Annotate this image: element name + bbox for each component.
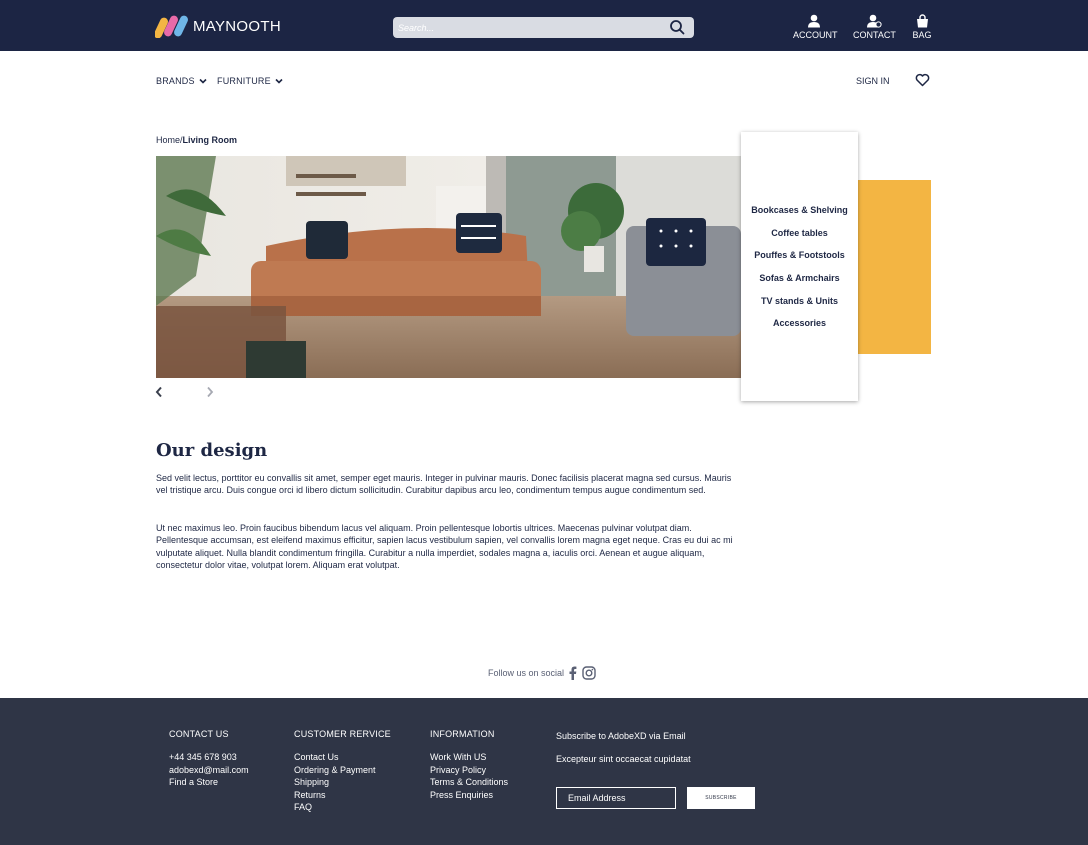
top-header: MAYNOOTH ACCOUNT CONTACT BAG <box>0 0 1088 51</box>
footer-link[interactable]: Press Enquiries <box>430 789 508 802</box>
bag-button[interactable]: BAG <box>912 14 932 42</box>
section-title: Our design <box>156 440 268 461</box>
chevron-down-icon <box>199 78 207 84</box>
footer-link[interactable]: Contact Us <box>294 751 391 764</box>
nav-brands-label: BRANDS <box>156 76 195 86</box>
contact-label: CONTACT <box>853 30 896 40</box>
nav-furniture[interactable]: FURNITURE <box>217 76 283 86</box>
footer-link[interactable]: Returns <box>294 789 391 802</box>
accent-block <box>855 180 931 354</box>
footer-link[interactable]: Ordering & Payment <box>294 764 391 777</box>
footer-link[interactable]: Work With US <box>430 751 508 764</box>
hero-image <box>156 156 741 378</box>
support-agent-icon <box>866 14 882 28</box>
footer-link[interactable]: Privacy Policy <box>430 764 508 777</box>
footer-info-title: INFORMATION <box>430 729 495 739</box>
breadcrumb-current: Living Room <box>182 135 238 145</box>
social-links: Follow us on social <box>488 666 596 680</box>
footer-information: INFORMATION Work With US Privacy Policy … <box>430 729 508 801</box>
search-input[interactable] <box>398 17 658 38</box>
dropdown-item-accessories[interactable]: Accessories <box>741 318 858 341</box>
footer-contact: CONTACT US +44 345 678 903 adobexd@mail.… <box>169 729 249 789</box>
sign-in-link[interactable]: SIGN IN <box>856 76 890 86</box>
dropdown-item-tv-stands[interactable]: TV stands & Units <box>741 296 858 319</box>
footer-link[interactable]: Shipping <box>294 776 391 789</box>
search-bar <box>393 17 694 38</box>
footer-phone[interactable]: +44 345 678 903 <box>169 751 249 764</box>
account-button[interactable]: ACCOUNT <box>793 14 838 42</box>
footer-link[interactable]: Terms & Conditions <box>430 776 508 789</box>
nav-furniture-label: FURNITURE <box>217 76 271 86</box>
bag-label: BAG <box>912 30 932 40</box>
footer-contact-title: CONTACT US <box>169 729 229 739</box>
nav-brands[interactable]: BRANDS <box>156 76 207 86</box>
brand-logo[interactable]: MAYNOOTH <box>155 14 281 38</box>
living-room-photo <box>156 156 741 378</box>
dropdown-item-coffee-tables[interactable]: Coffee tables <box>741 228 858 251</box>
subscribe-title: Subscribe to AdobeXD via Email <box>556 731 686 741</box>
footer: CONTACT US +44 345 678 903 adobexd@mail.… <box>0 698 1088 845</box>
dropdown-list: Bookcases & Shelving Coffee tables Pouff… <box>741 205 858 341</box>
breadcrumb: Home/Living Room <box>156 135 237 145</box>
instagram-icon[interactable] <box>582 666 596 680</box>
footer-link[interactable]: FAQ <box>294 801 391 814</box>
subscribe-text: Excepteur sint occaecat cupidatat <box>556 754 691 764</box>
footer-service: CUSTOMER RERVICE Contact Us Ordering & P… <box>294 729 391 814</box>
logo-mark-icon <box>155 15 188 38</box>
footer-find-store[interactable]: Find a Store <box>169 776 249 789</box>
search-icon[interactable] <box>669 19 686 36</box>
chevron-left-icon[interactable] <box>155 386 163 398</box>
brand-name: MAYNOOTH <box>193 17 281 35</box>
chevron-down-icon <box>275 78 283 84</box>
shopping-bag-icon <box>916 14 928 28</box>
social-label: Follow us on social <box>488 668 565 678</box>
footer-service-title: CUSTOMER RERVICE <box>294 729 391 739</box>
dropdown-item-bookcases[interactable]: Bookcases & Shelving <box>741 205 858 228</box>
account-label: ACCOUNT <box>793 30 838 40</box>
chevron-right-icon[interactable] <box>206 386 214 398</box>
heart-icon[interactable] <box>915 73 930 87</box>
facebook-icon[interactable] <box>569 666 577 680</box>
footer-email[interactable]: adobexd@mail.com <box>169 764 249 777</box>
email-input[interactable] <box>556 787 676 809</box>
subscribe-button[interactable]: SUBSCRIBE <box>687 787 755 809</box>
contact-button[interactable]: CONTACT <box>853 14 896 42</box>
user-icon <box>808 14 820 28</box>
breadcrumb-home[interactable]: Home/ <box>156 135 183 145</box>
paragraph-1: Sed velit lectus, porttitor eu convallis… <box>156 473 732 496</box>
furniture-dropdown: Bookcases & Shelving Coffee tables Pouff… <box>741 132 858 401</box>
paragraph-2: Ut nec maximus leo. Proin faucibus biben… <box>156 523 733 571</box>
dropdown-item-sofas[interactable]: Sofas & Armchairs <box>741 273 858 296</box>
dropdown-item-pouffes[interactable]: Pouffes & Footstools <box>741 250 858 273</box>
